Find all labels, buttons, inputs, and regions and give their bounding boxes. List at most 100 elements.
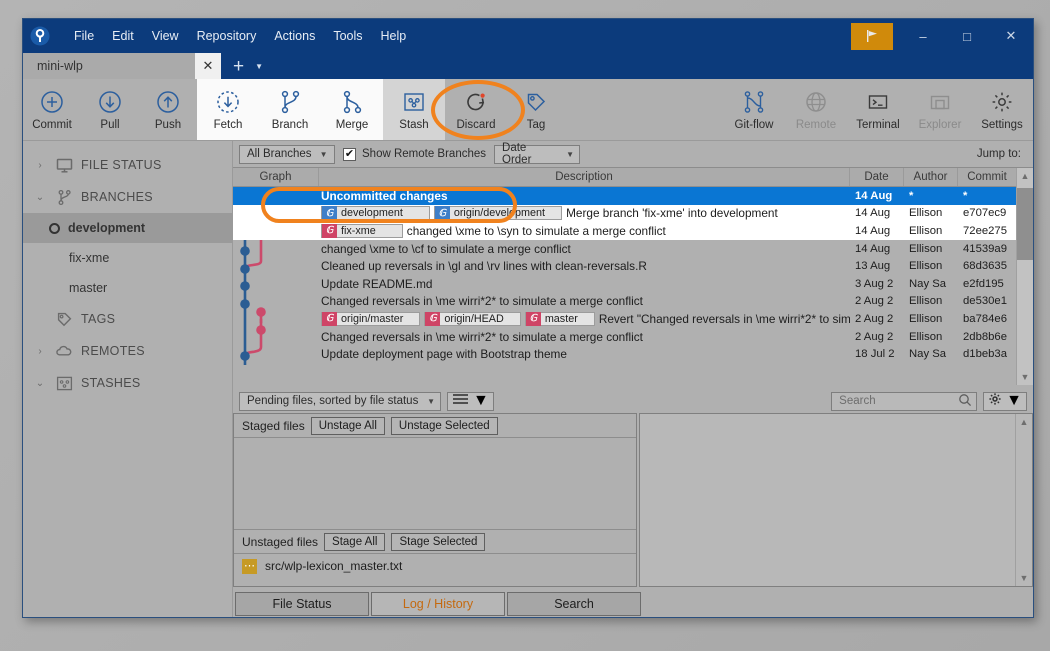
- table-row[interactable]: Update README.md 3 Aug 2 Nay Sa e2fd195: [233, 275, 1016, 293]
- table-row[interactable]: Uncommitted changes 14 Aug * *: [233, 187, 1016, 205]
- tab-search[interactable]: Search: [507, 592, 641, 616]
- commit-message: Changed reversals in \me wirri*2* to sim…: [321, 329, 643, 344]
- unstaged-files-list[interactable]: ⋯ src/wlp-lexicon_master.txt: [234, 554, 636, 586]
- diff-content[interactable]: [640, 414, 1015, 586]
- chevron-right-icon[interactable]: ›: [33, 160, 47, 171]
- menu-actions[interactable]: Actions: [265, 25, 324, 47]
- row-author-cell: Ellison: [909, 330, 943, 343]
- stage-selected-button[interactable]: Stage Selected: [391, 532, 486, 551]
- branch-filter-dropdown[interactable]: All Branches ▼: [239, 144, 335, 164]
- menu-repository[interactable]: Repository: [188, 25, 266, 47]
- window-body: › FILE STATUS ⌄ BRANCHES development fix…: [23, 141, 1033, 617]
- pending-files-sort-dropdown[interactable]: Pending files, sorted by file status ▼: [239, 391, 441, 411]
- sidebar-item-branches[interactable]: ⌄ BRANCHES: [23, 181, 232, 213]
- chevron-right-icon[interactable]: ›: [33, 346, 47, 357]
- toolbar-fetch-button[interactable]: Fetch: [197, 79, 259, 140]
- scroll-track[interactable]: [1017, 184, 1033, 369]
- minimize-button[interactable]: –: [901, 19, 945, 53]
- scroll-down-icon[interactable]: ▼: [1016, 570, 1032, 586]
- sidebar-item-file-status[interactable]: › FILE STATUS: [23, 149, 232, 181]
- table-row[interactable]: 𝔾 development 𝔾 origin/development Merge…: [233, 204, 1016, 223]
- toolbar-explorer-button[interactable]: Explorer: [909, 79, 971, 140]
- sidebar-item-stashes[interactable]: ⌄ STASHES: [23, 367, 232, 399]
- unstage-all-button[interactable]: Unstage All: [310, 416, 385, 435]
- sidebar-item-tags[interactable]: TAGS: [23, 303, 232, 335]
- log-column-commit[interactable]: Commit: [958, 168, 1016, 186]
- plus-icon[interactable]: +: [233, 57, 244, 76]
- toolbar-merge-button[interactable]: Merge: [321, 79, 383, 140]
- log-column-author[interactable]: Author: [904, 168, 958, 186]
- chevron-down-icon[interactable]: ⌄: [33, 192, 47, 203]
- flag-icon[interactable]: [851, 22, 893, 50]
- branch-badge[interactable]: 𝔾 master: [524, 311, 595, 326]
- toolbar-terminal-button[interactable]: Terminal: [847, 79, 909, 140]
- table-row[interactable]: Changed reversals in \me wirri*2* to sim…: [233, 328, 1016, 346]
- table-row[interactable]: Update deployment page with Bootstrap th…: [233, 345, 1016, 363]
- menu-view[interactable]: View: [143, 25, 188, 47]
- scroll-track[interactable]: [1016, 430, 1032, 570]
- chevron-down-icon[interactable]: ▼: [255, 62, 263, 71]
- toolbar-settings-button[interactable]: Settings: [971, 79, 1033, 140]
- list-item[interactable]: ⋯ src/wlp-lexicon_master.txt: [234, 554, 636, 578]
- sidebar-item-remotes[interactable]: › REMOTES: [23, 335, 232, 367]
- table-row[interactable]: 𝔾 fix-xme changed \xme to \syn to simula…: [233, 222, 1016, 240]
- repo-tab-label: mini-wlp: [37, 59, 83, 73]
- toolbar-push-button[interactable]: Push: [139, 79, 197, 140]
- file-filter-bar: Pending files, sorted by file status ▼ ▼…: [233, 389, 1033, 413]
- sidebar-branch-development[interactable]: development: [23, 213, 232, 243]
- view-mode-dropdown[interactable]: ▼: [447, 391, 494, 411]
- diff-vertical-scrollbar[interactable]: ▲ ▼: [1015, 414, 1032, 586]
- desktop-background: File Edit View Repository Actions Tools …: [0, 0, 1050, 651]
- log-vertical-scrollbar[interactable]: ▲ ▼: [1016, 168, 1033, 385]
- order-filter-dropdown[interactable]: Date Order ▼: [494, 142, 581, 166]
- sidebar-branch-fix-xme[interactable]: fix-xme: [23, 243, 232, 273]
- menu-tools[interactable]: Tools: [324, 25, 371, 47]
- toolbar-tag-button[interactable]: Tag: [507, 79, 565, 140]
- branch-badge[interactable]: 𝔾 origin/development: [433, 206, 563, 221]
- branch-badge[interactable]: 𝔾 fix-xme: [321, 223, 403, 238]
- menu-help[interactable]: Help: [372, 25, 416, 47]
- branch-badge[interactable]: 𝔾 origin/master: [321, 311, 421, 326]
- scroll-up-icon[interactable]: ▲: [1017, 168, 1033, 184]
- search-input[interactable]: Search: [831, 391, 978, 411]
- branch-badge[interactable]: 𝔾 origin/HEAD: [424, 311, 521, 326]
- tab-log-history[interactable]: Log / History: [371, 592, 505, 616]
- panel-settings-dropdown[interactable]: ▼: [983, 391, 1027, 411]
- log-column-graph[interactable]: Graph: [233, 168, 319, 186]
- close-icon[interactable]: ✕: [195, 53, 221, 79]
- scroll-thumb[interactable]: [1017, 188, 1033, 260]
- staged-files-list[interactable]: [234, 438, 636, 530]
- table-row[interactable]: Cleaned up reversals in \gl and \rv line…: [233, 257, 1016, 275]
- toolbar-stash-button[interactable]: Stash: [383, 79, 445, 140]
- table-row[interactable]: Changed reversals in \me wirri*2* to sim…: [233, 293, 1016, 311]
- close-button[interactable]: ✕: [989, 19, 1033, 53]
- toolbar-gitflow-button[interactable]: Git-flow: [723, 79, 785, 140]
- tab-file-status[interactable]: File Status: [235, 592, 369, 616]
- new-tab-controls[interactable]: + ▼: [221, 53, 273, 79]
- stage-all-button[interactable]: Stage All: [324, 532, 386, 551]
- toolbar-commit-button[interactable]: Commit: [23, 79, 81, 140]
- stash-icon: [402, 89, 426, 116]
- toolbar-pull-button[interactable]: Pull: [81, 79, 139, 140]
- maximize-button[interactable]: □: [945, 19, 989, 53]
- scroll-down-icon[interactable]: ▼: [1017, 369, 1033, 385]
- repo-tab-mini-wlp[interactable]: mini-wlp ✕: [23, 53, 221, 79]
- menu-bar[interactable]: File Edit View Repository Actions Tools …: [65, 25, 415, 47]
- menu-edit[interactable]: Edit: [103, 25, 143, 47]
- log-column-description[interactable]: Description: [319, 168, 850, 186]
- scroll-up-icon[interactable]: ▲: [1016, 414, 1032, 430]
- menu-file[interactable]: File: [65, 25, 103, 47]
- log-column-date[interactable]: Date: [850, 168, 904, 186]
- unstage-selected-button[interactable]: Unstage Selected: [390, 416, 498, 435]
- toolbar-remote-button[interactable]: Remote: [785, 79, 847, 140]
- table-row[interactable]: 𝔾 origin/master 𝔾 origin/HEAD 𝔾 master R…: [233, 310, 1016, 328]
- chevron-down-icon[interactable]: ⌄: [33, 378, 47, 389]
- show-remote-branches-checkbox[interactable]: ✔ Show Remote Branches: [343, 147, 486, 161]
- row-author-cell: Ellison: [909, 224, 943, 237]
- branch-badge[interactable]: 𝔾 development: [321, 206, 430, 221]
- row-description-cell: Cleaned up reversals in \gl and \rv line…: [319, 259, 850, 273]
- sidebar-branch-master[interactable]: master: [23, 273, 232, 303]
- toolbar-discard-button[interactable]: Discard: [445, 79, 507, 140]
- toolbar-branch-button[interactable]: Branch: [259, 79, 321, 140]
- table-row[interactable]: changed \xme to \cf to simulate a merge …: [233, 240, 1016, 258]
